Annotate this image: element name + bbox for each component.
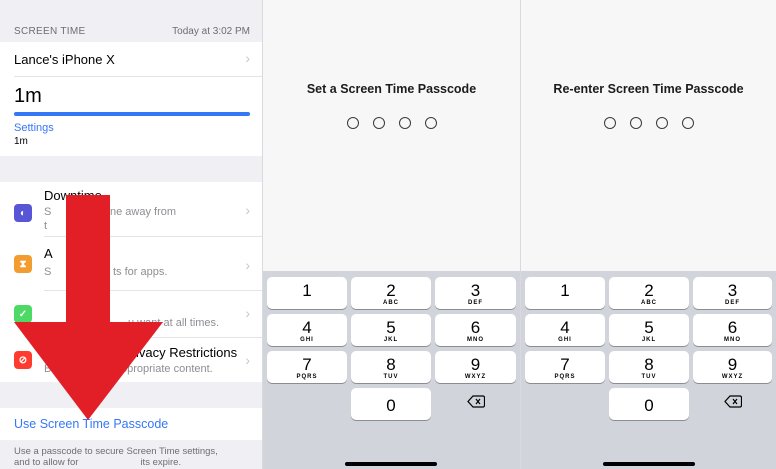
key-letters: GHI [300,337,314,343]
key-5[interactable]: 5 JKL [351,314,431,346]
page-title: Set a Screen Time Passcode [306,82,477,96]
passcode-dot [346,117,359,129]
key-digit: 9 [470,355,481,374]
key-letters: DEF [725,300,740,306]
key-5[interactable]: 5 JKL [609,314,689,346]
key-6[interactable]: 6 MNO [435,314,516,346]
key-0[interactable]: 0 [609,388,689,420]
key-digit: 4 [560,318,570,337]
key-7[interactable]: 7 PQRS [525,351,605,383]
key-letters: JKL [383,337,399,343]
key-digit: 9 [727,355,738,374]
key-3[interactable]: 3 DEF [693,277,772,309]
key-8[interactable]: 8 TUV [609,351,689,383]
key-4[interactable]: 4 GHI [525,314,605,346]
key-9[interactable]: 9 WXYZ [435,351,516,383]
key-6[interactable]: 6 MNO [693,314,772,346]
key-0[interactable]: 0 [351,388,431,420]
key-2[interactable]: 2 ABC [351,277,431,309]
key-4[interactable]: 4 GHI [267,314,347,346]
home-indicator [345,462,437,466]
set-passcode-panel: Set a Screen Time Passcode 1 2 ABC 3 DEF 4… [263,0,520,469]
key-digit: 4 [302,318,312,337]
key-letters: PQRS [296,374,318,380]
passcode-dot [372,117,385,129]
key-digit: 5 [644,318,654,337]
key-letters: TUV [641,374,657,380]
key-digit: 2 [644,281,654,300]
backspace-icon[interactable] [435,395,516,411]
key-letters: TUV [383,374,399,380]
key-2[interactable]: 2 ABC [609,277,689,309]
key-digit: 3 [727,281,738,300]
key-digit: 0 [386,396,396,415]
key-digit: 8 [386,355,396,374]
passcode-dot [603,117,616,129]
passcode-dot [629,117,642,129]
key-letters: MNO [724,337,741,343]
key-letters: ABC [383,300,399,306]
key-digit: 8 [644,355,654,374]
passcode-dot [398,117,411,129]
number-keypad: 1 2 ABC 3 DEF 4 GHI 5 JKL 6 MNO 7 PQRS 8 TUV 9W… [263,271,520,469]
key-digit: 1 [302,281,312,300]
key-letters: GHI [558,337,572,343]
passcode-dots [521,116,776,134]
red-arrow-annotation [14,195,163,420]
key-digit: 2 [386,281,396,300]
key-3[interactable]: 3 DEF [435,277,516,309]
key-digit: 7 [302,355,312,374]
backspace-icon[interactable] [693,395,772,411]
key-digit: 5 [386,318,396,337]
screen-time-panel: SCREEN TIME Today at 3:02 PM Lance's iPh… [0,0,262,469]
key-letters: PQRS [554,374,576,380]
key-letters: WXYZ [464,374,487,380]
key-letters: MNO [467,337,484,343]
key-digit: 1 [560,281,570,300]
key-8[interactable]: 8 TUV [351,351,431,383]
key-digit: 6 [727,318,738,337]
key-1[interactable]: 1 [525,277,605,309]
key-letters: WXYZ [721,374,744,380]
key-letters: JKL [641,337,657,343]
key-digit: 6 [470,318,481,337]
page-title: Re-enter Screen Time Passcode [553,82,744,96]
key-letters: ABC [641,300,657,306]
backspace-glyph [466,395,485,408]
key-digit: 0 [644,396,654,415]
key-letters: DEF [468,300,483,306]
key-digit: 3 [470,281,481,300]
key-7[interactable]: 7 PQRS [267,351,347,383]
reenter-passcode-panel: Re-enter Screen Time Passcode 1 2 ABC 3 DE… [521,0,776,469]
passcode-dot [681,117,694,129]
key-9[interactable]: 9 WXYZ [693,351,772,383]
backspace-glyph [723,395,742,408]
passcode-dot [424,117,437,129]
number-keypad: 1 2 ABC 3 DEF 4 GHI 5 JKL 6 MNO 7 PQRS 8 TUV 9W… [521,271,776,469]
passcode-dot [655,117,668,129]
key-digit: 7 [560,355,570,374]
passcode-dots [263,116,520,134]
home-indicator [603,462,695,466]
key-1[interactable]: 1 [267,277,347,309]
